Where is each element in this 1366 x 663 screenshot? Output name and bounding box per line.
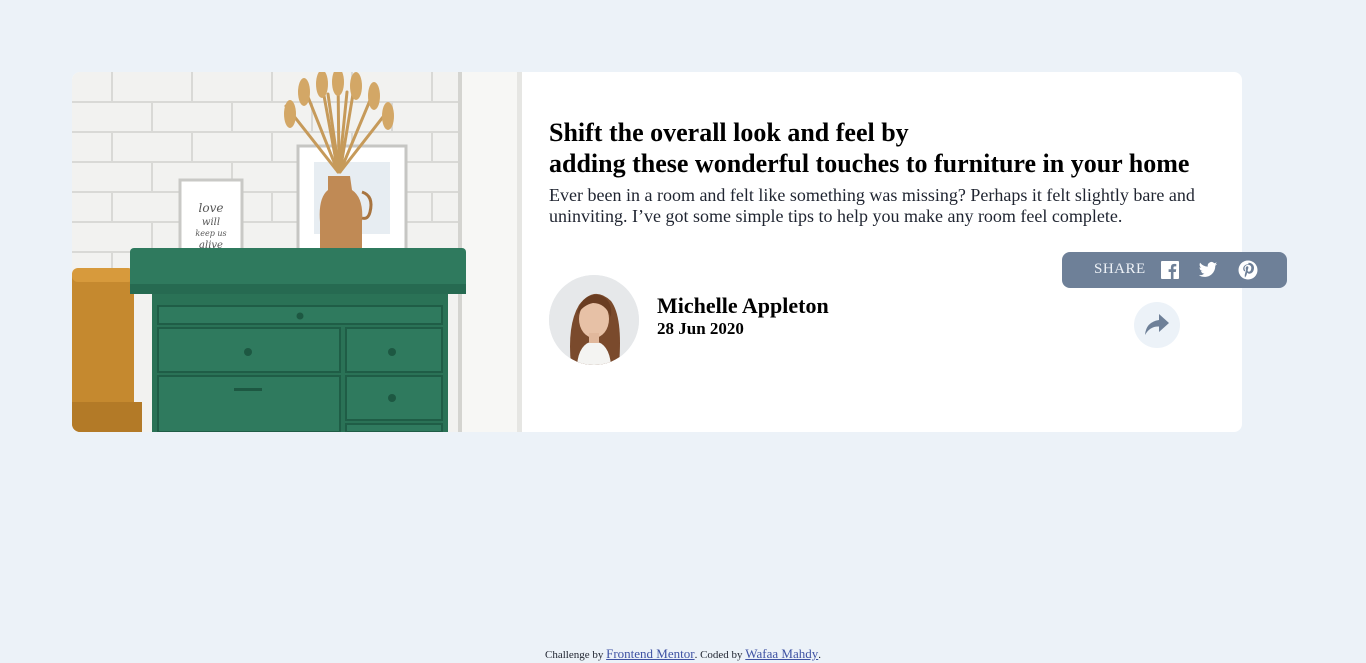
- attribution: Challenge by Frontend Mentor. Coded by W…: [0, 646, 1366, 662]
- coded-prefix: . Coded by: [694, 649, 743, 661]
- coder-link[interactable]: Wafaa Mahdy: [745, 646, 818, 661]
- article-card: love will keep us alive Shift the overal…: [72, 72, 1287, 432]
- article-description: Ever been in a room and felt like someth…: [549, 185, 1195, 226]
- share-popup: SHARE: [1062, 252, 1287, 288]
- article-image: love will keep us alive: [72, 72, 522, 432]
- article-title: Shift the overall look and feel by addin…: [549, 117, 1229, 179]
- twitter-icon[interactable]: [1198, 260, 1218, 280]
- svg-text:will: will: [202, 217, 220, 228]
- challenge-prefix: Challenge by: [544, 649, 604, 661]
- article-content: Shift the overall look and feel by addin…: [549, 117, 1229, 227]
- avatar: [549, 275, 639, 365]
- share-arrow-icon: [1145, 314, 1169, 335]
- pinterest-icon[interactable]: [1238, 260, 1258, 280]
- article-title-line-1: Shift the overall look and feel by: [549, 118, 909, 147]
- share-button[interactable]: [1134, 302, 1180, 348]
- article-title-line-2: adding these wonderful touches to furnit…: [549, 149, 1190, 178]
- svg-text:keep us: keep us: [195, 229, 226, 238]
- frontend-mentor-link[interactable]: Frontend Mentor: [606, 646, 694, 661]
- facebook-icon[interactable]: [1160, 260, 1180, 280]
- post-date: 28 Jun 2020: [657, 319, 744, 338]
- attribution-suffix: .: [818, 649, 821, 661]
- svg-text:love: love: [199, 201, 224, 215]
- author-name: Michelle Appleton: [657, 293, 829, 318]
- share-label: SHARE: [1094, 261, 1146, 277]
